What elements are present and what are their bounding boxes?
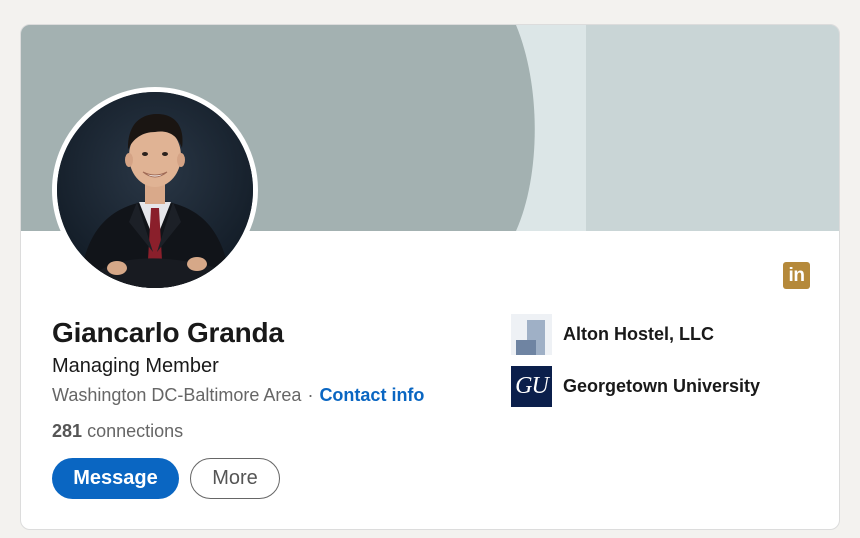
connections-label: connections (87, 421, 184, 441)
contact-info-link[interactable]: Contact info (319, 385, 424, 405)
separator-dot: · (307, 385, 314, 405)
school-name: Georgetown University (563, 376, 761, 396)
connections-count: 281 (52, 421, 83, 441)
profile-name: Giancarlo Granda (52, 317, 284, 348)
org-education[interactable]: GU Georgetown University (511, 366, 760, 407)
person-portrait-icon (57, 92, 253, 288)
company-name: Alton Hostel, LLC (563, 324, 714, 344)
company-logo-icon (511, 314, 552, 355)
profile-photo[interactable] (52, 87, 258, 293)
georgetown-logo-icon: GU (511, 366, 552, 407)
org-current-company[interactable]: Alton Hostel, LLC (511, 314, 714, 355)
more-button[interactable]: More (190, 458, 280, 499)
linkedin-icon[interactable]: in (783, 262, 810, 289)
location-text: Washington DC-Baltimore Area (52, 385, 302, 405)
profile-card: in Giancarlo Granda Managing Member Wash… (20, 24, 840, 530)
location-row: Washington DC-Baltimore Area · Contact inf… (52, 385, 424, 406)
profile-headline: Managing Member (52, 355, 219, 377)
connections-row[interactable]: 281 connections (52, 421, 183, 442)
message-button[interactable]: Message (52, 458, 179, 499)
